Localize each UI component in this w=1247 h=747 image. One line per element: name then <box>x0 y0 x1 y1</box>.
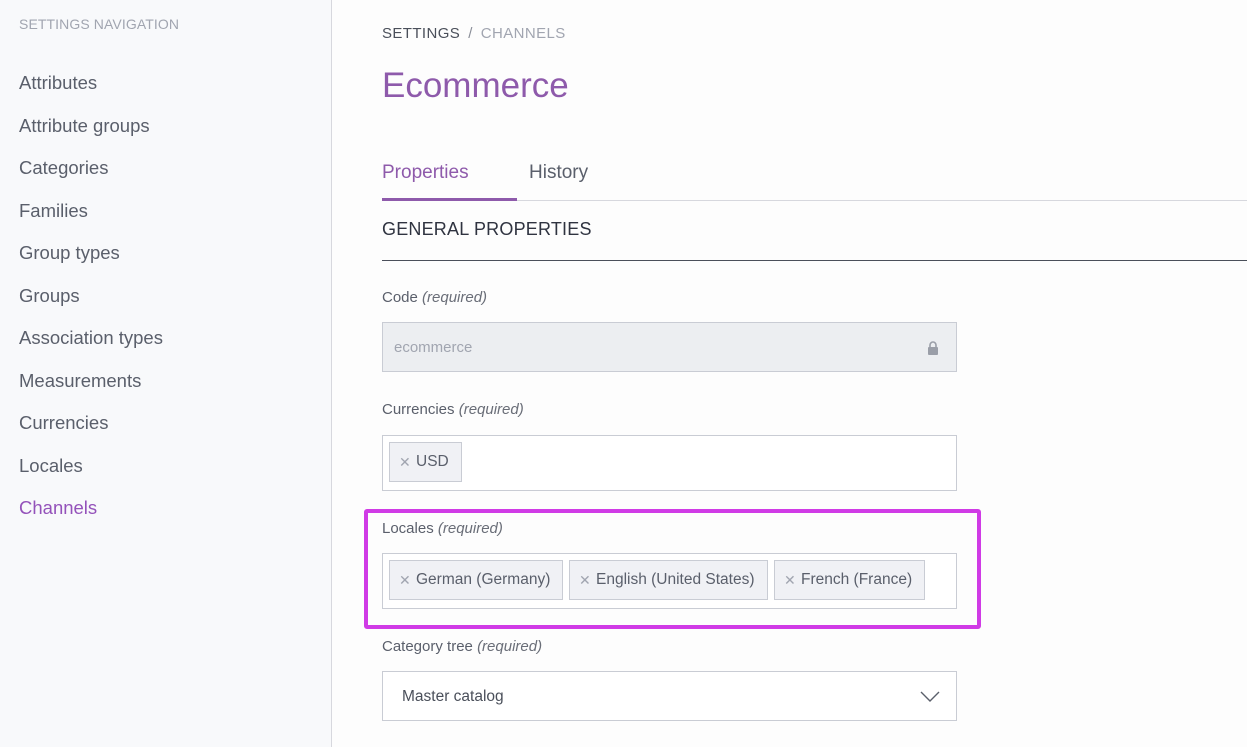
code-value: ecommerce <box>394 339 473 356</box>
locales-highlight-frame <box>364 509 981 629</box>
category-tree-value: Master catalog <box>402 688 504 705</box>
currencies-label-text: Currencies <box>382 401 455 418</box>
tab-properties[interactable]: Properties <box>382 162 517 201</box>
sidebar-heading: SETTINGS NAVIGATION <box>19 16 180 32</box>
lock-icon <box>928 341 938 355</box>
currency-tag-usd[interactable]: ✕ USD <box>389 442 462 482</box>
sidebar-item-currencies[interactable]: Currencies <box>19 402 163 445</box>
category-tree-required-hint: (required) <box>477 638 543 655</box>
sidebar-item-association-types[interactable]: Association types <box>19 317 163 360</box>
code-field[interactable]: ecommerce <box>382 322 957 372</box>
chevron-down-icon[interactable] <box>920 691 940 703</box>
main-content: SETTINGS / CHANNELS Ecommerce Properties H… <box>332 0 1247 747</box>
code-required-hint: (required) <box>422 289 488 306</box>
sidebar-item-measurements[interactable]: Measurements <box>19 360 163 403</box>
page-title: Ecommerce <box>382 66 569 105</box>
sidebar-item-locales[interactable]: Locales <box>19 445 163 488</box>
section-title: GENERAL PROPERTIES <box>382 219 1247 261</box>
breadcrumb-current: CHANNELS <box>480 25 566 42</box>
settings-sidebar: SETTINGS NAVIGATION Attributes Attribute… <box>0 0 332 747</box>
tab-history[interactable]: History <box>529 162 588 201</box>
currencies-label: Currencies (required) <box>382 401 524 418</box>
tab-bar: Properties History <box>382 150 1247 201</box>
code-label: Code (required) <box>382 289 487 306</box>
currencies-required-hint: (required) <box>458 401 524 418</box>
sidebar-item-group-types[interactable]: Group types <box>19 232 163 275</box>
currencies-multiselect[interactable]: ✕ USD <box>382 435 957 491</box>
sidebar-item-categories[interactable]: Categories <box>19 147 163 190</box>
category-tree-label-text: Category tree <box>382 638 473 655</box>
category-tree-select[interactable]: Master catalog <box>382 671 957 721</box>
category-tree-label: Category tree (required) <box>382 638 542 655</box>
breadcrumb: SETTINGS / CHANNELS <box>382 25 566 42</box>
sidebar-item-families[interactable]: Families <box>19 190 163 233</box>
sidebar-item-attribute-groups[interactable]: Attribute groups <box>19 105 163 148</box>
breadcrumb-settings-link[interactable]: SETTINGS <box>382 25 460 42</box>
code-label-text: Code <box>382 289 418 306</box>
breadcrumb-separator: / <box>468 25 473 42</box>
sidebar-item-channels[interactable]: Channels <box>19 487 163 530</box>
sidebar-item-attributes[interactable]: Attributes <box>19 62 163 105</box>
sidebar-nav: Attributes Attribute groups Categories F… <box>19 62 163 530</box>
currency-tag-label: USD <box>416 453 449 470</box>
sidebar-item-groups[interactable]: Groups <box>19 275 163 318</box>
close-icon[interactable]: ✕ <box>399 443 411 481</box>
